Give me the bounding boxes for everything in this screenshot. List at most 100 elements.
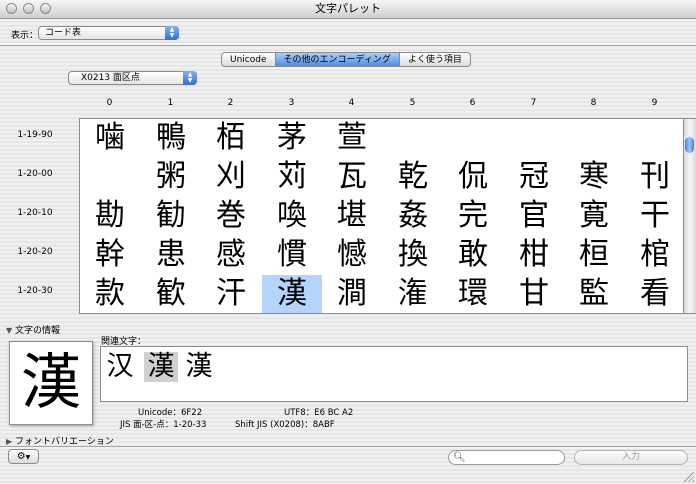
related-char[interactable]: 汉: [103, 352, 137, 382]
char-cell[interactable]: [383, 119, 443, 157]
search-field[interactable]: 🔍︎: [448, 450, 565, 465]
insert-button[interactable]: 入力: [574, 450, 688, 465]
unicode-info: Unicode：6F22: [138, 406, 202, 418]
shiftjis-label: Shift JIS (X0208)：: [235, 420, 313, 430]
view-popup[interactable]: コード表 ▲ ▼: [38, 26, 179, 40]
char-cell[interactable]: 棺: [625, 236, 683, 274]
char-cell[interactable]: 慣: [262, 236, 322, 274]
resize-grip-icon[interactable]: [683, 471, 694, 482]
popup-arrows-icon: ▲ ▼: [183, 71, 197, 85]
row-label: 1-20-00: [17, 169, 53, 179]
action-menu-button[interactable]: ⚙▼: [8, 449, 39, 464]
related-char[interactable]: 漢: [182, 352, 216, 382]
char-cell[interactable]: 寛: [564, 197, 624, 235]
unicode-label: Unicode：: [138, 408, 181, 418]
character-grid: 噛 鴨 栢 茅 萱 粥 刈 苅 瓦 乾 侃 冠 寒 刊 勘 勧 巻 喚 堪 姦 …: [79, 118, 684, 314]
char-cell[interactable]: 勘: [80, 197, 140, 235]
char-cell[interactable]: 侃: [443, 158, 503, 196]
window-controls: [6, 3, 51, 14]
related-char-selected[interactable]: 漢: [144, 352, 178, 382]
char-cell[interactable]: 瓦: [322, 158, 382, 196]
char-cell[interactable]: 刊: [625, 158, 683, 196]
char-cell[interactable]: 粥: [141, 158, 201, 196]
tab-favorites[interactable]: よく使う項目: [399, 52, 471, 67]
row-label: 1-20-20: [17, 247, 53, 257]
char-cell[interactable]: 澗: [322, 275, 382, 313]
column-header: 7: [530, 98, 537, 108]
selected-glyph-preview[interactable]: 漢: [9, 341, 93, 425]
char-cell[interactable]: 甘: [504, 275, 564, 313]
char-cell[interactable]: 刈: [201, 158, 261, 196]
char-cell[interactable]: 患: [141, 236, 201, 274]
char-cell[interactable]: 冠: [504, 158, 564, 196]
tab-bar: Unicode その他のエンコーディング よく使う項目: [221, 52, 471, 67]
char-cell[interactable]: 萱: [322, 119, 382, 157]
utf8-value: E6 BC A2: [314, 408, 354, 418]
popup-arrows-icon: ▲ ▼: [165, 26, 179, 40]
char-cell[interactable]: [504, 119, 564, 157]
column-header: 0: [106, 98, 113, 108]
char-cell[interactable]: 環: [443, 275, 503, 313]
char-cell[interactable]: 鴨: [141, 119, 201, 157]
char-cell[interactable]: 看: [625, 275, 683, 313]
bottom-bar: ⚙▼ 🔍︎ 入力: [0, 442, 696, 484]
shiftjis-info: Shift JIS (X0208)：8ABF: [235, 418, 335, 430]
grid-scrollbar[interactable]: [684, 118, 696, 314]
search-icon: 🔍︎: [453, 452, 466, 463]
zoom-button[interactable]: [40, 3, 51, 14]
char-cell[interactable]: [625, 119, 683, 157]
char-cell[interactable]: [80, 158, 140, 196]
char-cell[interactable]: 歓: [141, 275, 201, 313]
close-button[interactable]: [6, 3, 17, 14]
disclosure-open-icon: ▼: [6, 326, 13, 335]
row-label: 1-19-90: [17, 130, 53, 140]
char-info-header: 文字の情報: [15, 326, 61, 336]
char-cell-selected[interactable]: 漢: [262, 275, 322, 313]
char-cell[interactable]: 巻: [201, 197, 261, 235]
view-label: 表示：: [11, 31, 39, 41]
column-header: 1: [167, 98, 174, 108]
char-cell[interactable]: 款: [80, 275, 140, 313]
utf8-label: UTF8：: [284, 408, 315, 418]
char-cell[interactable]: 勧: [141, 197, 201, 235]
chevron-down-icon: ▼: [25, 454, 31, 461]
scrollbar-thumb[interactable]: [685, 137, 694, 153]
char-cell[interactable]: 官: [504, 197, 564, 235]
row-label: 1-20-10: [17, 208, 53, 218]
tab-other-encodings[interactable]: その他のエンコーディング: [275, 52, 400, 67]
shiftjis-value: 8ABF: [312, 420, 335, 430]
column-header: 9: [651, 98, 658, 108]
char-cell[interactable]: 喚: [262, 197, 322, 235]
char-cell[interactable]: 潅: [383, 275, 443, 313]
char-cell[interactable]: 干: [625, 197, 683, 235]
char-cell[interactable]: 堪: [322, 197, 382, 235]
char-cell[interactable]: 苅: [262, 158, 322, 196]
char-cell[interactable]: 汗: [201, 275, 261, 313]
encoding-popup-value: X0213 面区点: [81, 73, 140, 83]
char-cell[interactable]: 監: [564, 275, 624, 313]
char-cell[interactable]: 桓: [564, 236, 624, 274]
char-cell[interactable]: 感: [201, 236, 261, 274]
char-cell[interactable]: 憾: [322, 236, 382, 274]
char-cell[interactable]: 柑: [504, 236, 564, 274]
minimize-button[interactable]: [23, 3, 34, 14]
char-cell[interactable]: 換: [383, 236, 443, 274]
column-header: 5: [409, 98, 416, 108]
tab-unicode[interactable]: Unicode: [221, 52, 276, 67]
title-bar[interactable]: 文字パレット: [0, 0, 696, 19]
char-cell[interactable]: 栢: [201, 119, 261, 157]
char-cell[interactable]: [564, 119, 624, 157]
char-info-disclosure[interactable]: ▼ 文字の情報: [6, 323, 60, 336]
char-cell[interactable]: 噛: [80, 119, 140, 157]
encoding-popup[interactable]: X0213 面区点 ▲ ▼: [68, 71, 197, 85]
column-header: 8: [590, 98, 597, 108]
char-cell[interactable]: 茅: [262, 119, 322, 157]
char-cell[interactable]: 寒: [564, 158, 624, 196]
char-cell[interactable]: 完: [443, 197, 503, 235]
char-cell[interactable]: 敢: [443, 236, 503, 274]
char-cell[interactable]: 幹: [80, 236, 140, 274]
column-header: 4: [348, 98, 355, 108]
char-cell[interactable]: 乾: [383, 158, 443, 196]
char-cell[interactable]: [443, 119, 503, 157]
char-cell[interactable]: 姦: [383, 197, 443, 235]
